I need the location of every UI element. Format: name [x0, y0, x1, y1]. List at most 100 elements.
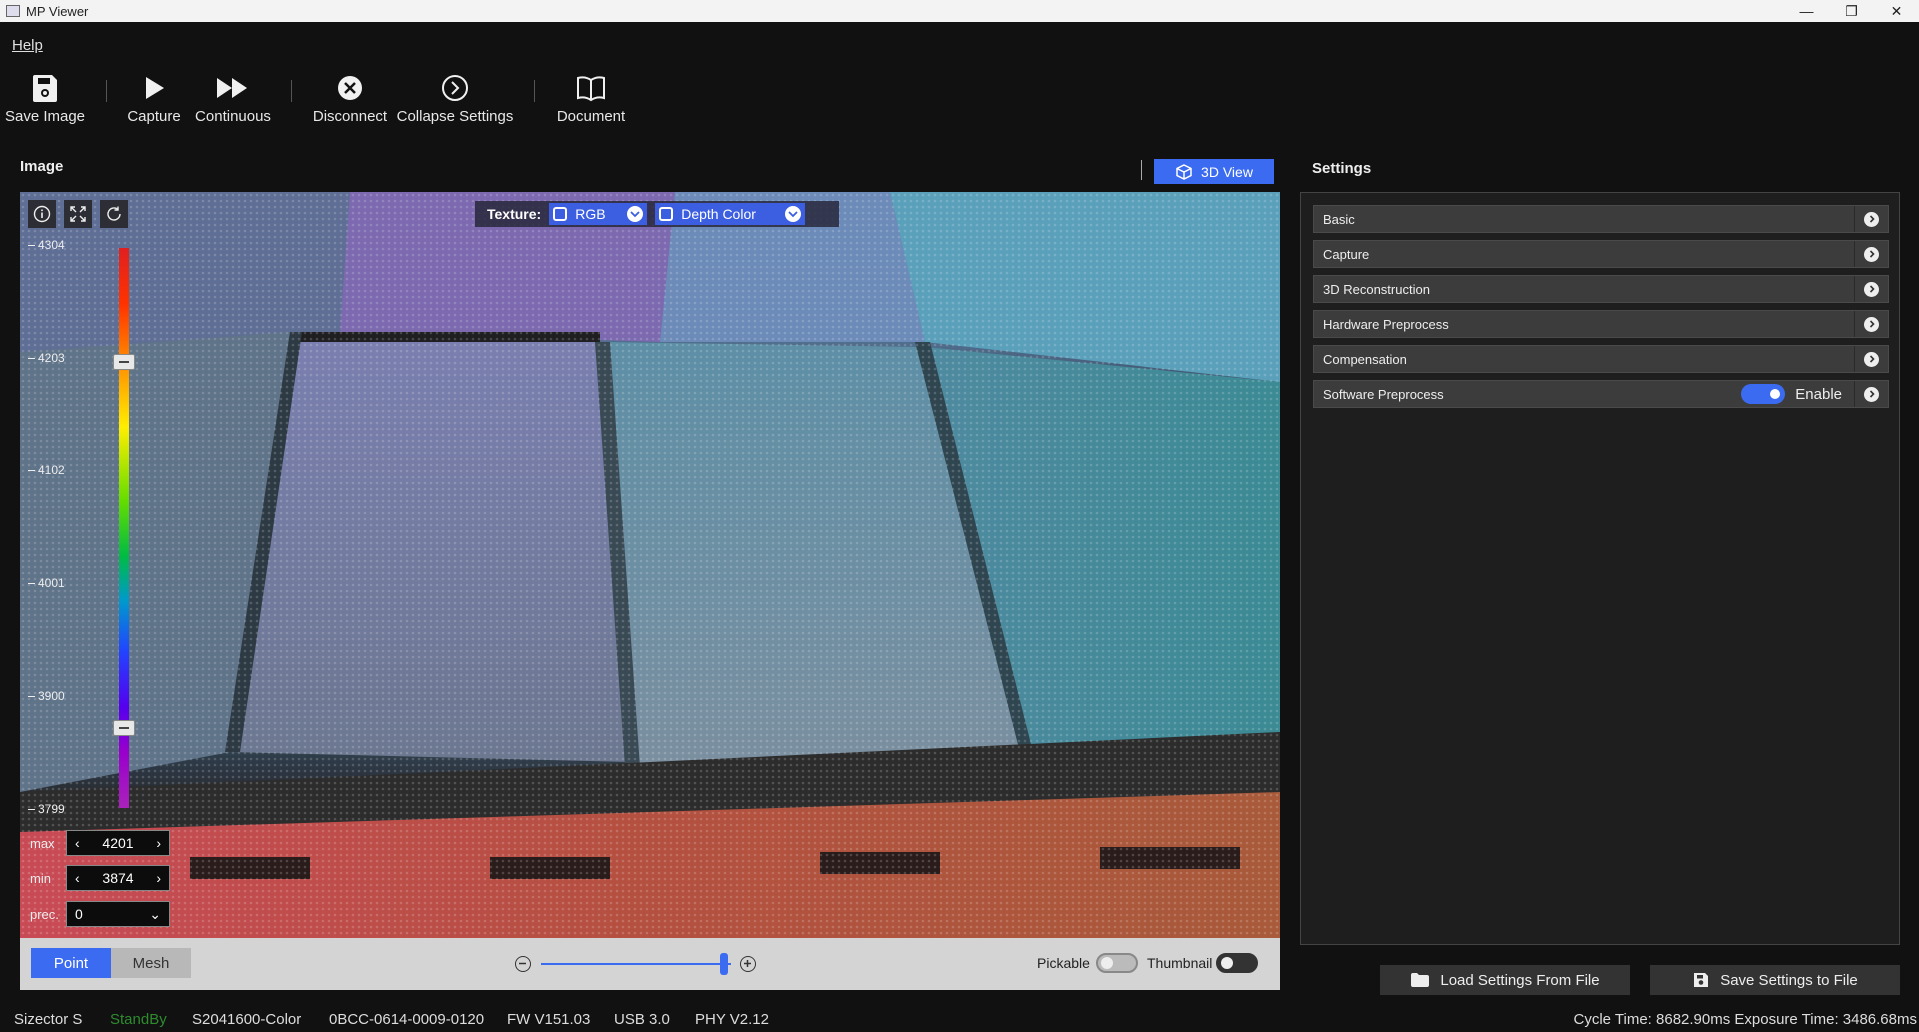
image-panel-title: Image	[20, 158, 64, 175]
maximize-button[interactable]: ❐	[1829, 0, 1874, 22]
min-spinbox[interactable]: ‹ 3874 ›	[66, 865, 170, 891]
max-spinbox[interactable]: ‹ 4201 ›	[66, 830, 170, 856]
capture-button[interactable]: Capture	[124, 68, 184, 138]
disconnect-label: Disconnect	[312, 108, 388, 125]
zoom-slider-track[interactable]	[541, 963, 731, 965]
zoom-slider-handle[interactable]	[720, 953, 728, 975]
min-value[interactable]: 3874	[102, 870, 133, 886]
save-icon	[1694, 973, 1709, 987]
section-label: 3D Reconstruction	[1323, 281, 1430, 297]
software-preprocess-toggle[interactable]	[1741, 384, 1786, 404]
menu-help[interactable]: Help	[12, 37, 43, 54]
settings-section-compensation[interactable]: Compensation	[1313, 345, 1889, 373]
expand-icon[interactable]	[1854, 276, 1888, 302]
save-settings-button[interactable]: Save Settings to File	[1650, 965, 1900, 995]
cube-icon	[1176, 163, 1192, 180]
continuous-button[interactable]: Continuous	[192, 68, 274, 138]
thumbnail-label: Thumbnail	[1147, 955, 1213, 971]
toolbar-divider	[106, 80, 107, 102]
increment-icon[interactable]: ›	[156, 870, 161, 886]
settings-title: Settings	[1312, 160, 1372, 177]
zoom-out-icon[interactable]	[515, 956, 531, 972]
thumbnail-toggle[interactable]	[1216, 953, 1258, 973]
max-row: max ‹ 4201 ›	[30, 830, 170, 856]
load-settings-label: Load Settings From File	[1440, 971, 1600, 989]
expand-icon[interactable]	[1854, 311, 1888, 337]
section-label: Software Preprocess	[1323, 386, 1444, 402]
zoom-in-icon[interactable]	[740, 956, 756, 972]
device-state: StandBy	[110, 1011, 167, 1028]
mesh-mode-button[interactable]: Mesh	[111, 948, 191, 978]
increment-icon[interactable]: ›	[156, 835, 161, 851]
pickable-toggle[interactable]	[1096, 953, 1138, 973]
save-image-button[interactable]: Save Image	[4, 68, 86, 138]
rgb-checkbox[interactable]	[553, 207, 568, 221]
minimize-button[interactable]: —	[1784, 0, 1829, 22]
load-settings-button[interactable]: Load Settings From File	[1380, 965, 1630, 995]
scale-tick: 4102	[28, 463, 65, 477]
3d-view-button[interactable]: 3D View	[1154, 159, 1274, 184]
fast-forward-icon	[215, 68, 251, 108]
texture-depth-option[interactable]: Depth Color	[655, 203, 806, 225]
disconnect-button[interactable]: Disconnect	[310, 68, 390, 138]
prec-select[interactable]: 0 ⌄	[66, 901, 170, 927]
decrement-icon[interactable]: ‹	[75, 835, 80, 851]
expand-icon[interactable]	[1854, 206, 1888, 232]
depth-color-checkbox[interactable]	[659, 207, 674, 221]
3d-viewport[interactable]: Texture: RGB Depth Color 4304 4203 4102 …	[20, 192, 1280, 938]
book-icon	[575, 68, 607, 108]
point-mode-button[interactable]: Point	[31, 948, 111, 978]
settings-section-capture[interactable]: Capture	[1313, 240, 1889, 268]
settings-section-hardware-preprocess[interactable]: Hardware Preprocess	[1313, 310, 1889, 338]
min-label: min	[30, 870, 51, 886]
toolbar-divider	[534, 80, 535, 102]
collapse-settings-label: Collapse Settings	[396, 108, 514, 125]
chevron-down-icon[interactable]	[627, 206, 644, 222]
header-divider	[1141, 160, 1142, 180]
expand-icon[interactable]	[1854, 346, 1888, 372]
max-label: max	[30, 835, 55, 851]
capture-label: Capture	[127, 108, 181, 125]
expand-icon[interactable]	[1854, 381, 1888, 407]
info-icon[interactable]	[28, 200, 56, 228]
decrement-icon[interactable]: ‹	[75, 870, 80, 886]
max-range-handle[interactable]	[113, 354, 135, 370]
settings-section-basic[interactable]: Basic	[1313, 205, 1889, 233]
scale-tick: 4304	[28, 238, 65, 252]
3d-view-label: 3D View	[1201, 163, 1253, 180]
settings-section-software-preprocess[interactable]: Software Preprocess Enable	[1313, 380, 1889, 408]
min-range-handle[interactable]	[113, 720, 135, 736]
viewport-bottom-bar: Point Mesh Pickable Thumbnail	[20, 938, 1280, 990]
device-name: Sizector S	[14, 1011, 83, 1028]
max-value[interactable]: 4201	[102, 835, 133, 851]
enable-label: Enable	[1795, 385, 1842, 403]
timing-info: Cycle Time: 8682.90ms Exposure Time: 348…	[1573, 1011, 1918, 1028]
phy-version: PHY V2.12	[695, 1011, 769, 1028]
scale-tick: 3799	[28, 802, 65, 816]
fullscreen-icon[interactable]	[64, 200, 92, 228]
usb-version: USB 3.0	[614, 1011, 670, 1028]
firmware-version: FW V151.03	[507, 1011, 591, 1028]
expand-icon[interactable]	[1854, 241, 1888, 267]
chevron-down-icon[interactable]	[785, 206, 802, 222]
title-bar: MP Viewer — ❐ ✕	[0, 0, 1919, 22]
chevron-down-icon: ⌄	[149, 905, 161, 922]
prec-row: prec. 0 ⌄	[30, 901, 170, 927]
min-row: min ‹ 3874 ›	[30, 865, 170, 891]
texture-rgb-option[interactable]: RGB	[549, 203, 648, 225]
document-button[interactable]: Document	[550, 68, 632, 138]
play-icon	[141, 68, 167, 108]
viewport-tools	[28, 200, 128, 228]
device-serial: 0BCC-0614-0009-0120	[329, 1011, 485, 1028]
close-button[interactable]: ✕	[1874, 0, 1919, 22]
toolbar-divider	[291, 80, 292, 102]
save-image-label: Save Image	[4, 108, 86, 125]
disconnect-icon	[336, 68, 364, 108]
prec-value: 0	[75, 906, 83, 922]
point-cloud-render	[20, 192, 1280, 938]
reset-view-icon[interactable]	[100, 200, 128, 228]
scale-tick: 3900	[28, 689, 65, 703]
settings-section-3d-reconstruction[interactable]: 3D Reconstruction	[1313, 275, 1889, 303]
section-label: Compensation	[1323, 351, 1407, 367]
collapse-settings-button[interactable]: Collapse Settings	[396, 68, 514, 138]
